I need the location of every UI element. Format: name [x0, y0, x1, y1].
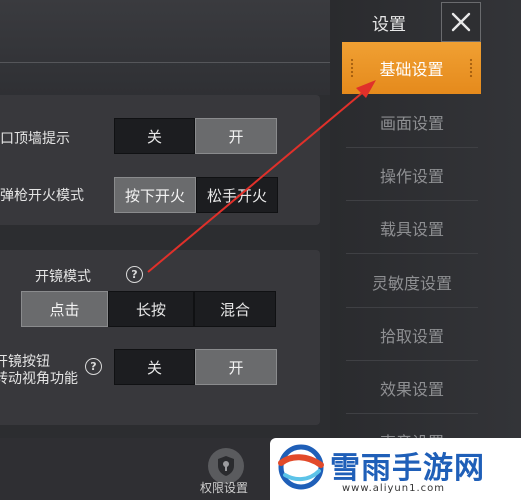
- watermark-text: 雪雨手游网: [330, 451, 485, 486]
- annotation-arrow: [147, 80, 376, 273]
- watermark-url: www.aliyun1.com: [342, 483, 445, 494]
- watermark-logo-icon: [278, 444, 324, 490]
